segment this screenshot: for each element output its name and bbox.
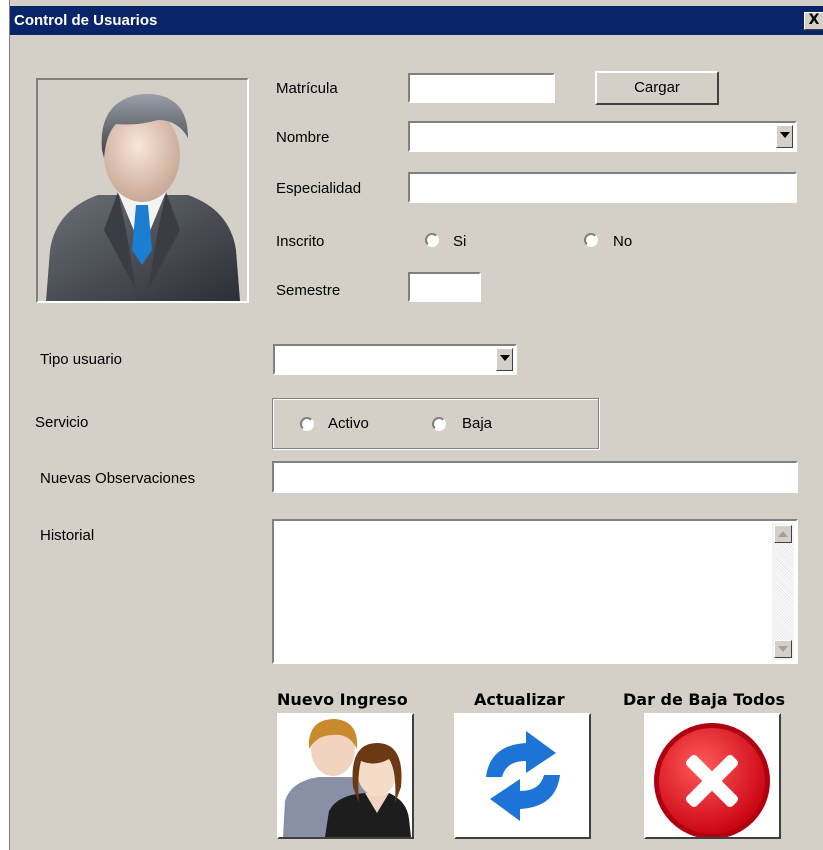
tipo-usuario-combobox[interactable] [273,344,517,375]
close-button[interactable]: X [804,12,823,30]
especialidad-label: Especialidad [276,180,362,197]
title-bar: Control de Usuarios X [10,6,823,35]
nuevo-ingreso-button[interactable] [277,713,414,839]
inscrito-label: Inscrito [276,233,325,250]
inscrito-no-radio[interactable] [584,233,598,247]
servicio-baja-label: Baja [462,415,493,432]
dar-baja-todos-button[interactable] [644,713,781,839]
refresh-icon [486,731,560,821]
observaciones-input[interactable] [272,461,798,493]
semestre-input[interactable] [408,272,481,302]
scroll-up-icon[interactable] [774,525,792,543]
historial-textarea[interactable] [272,519,798,664]
close-icon: X [808,12,820,28]
window-title: Control de Usuarios [14,12,158,29]
cargar-label: Cargar [634,79,680,96]
historial-label: Historial [40,527,95,544]
nombre-combobox[interactable] [408,121,797,152]
users-add-icon [283,719,411,837]
inscrito-si-radio[interactable] [425,233,439,247]
scroll-down-icon[interactable] [774,640,792,658]
especialidad-input[interactable] [408,172,797,203]
cargar-button[interactable]: Cargar [595,71,719,105]
tipo-usuario-label: Tipo usuario [40,351,122,368]
nuevo-ingreso-label: Nuevo Ingreso [277,690,408,709]
chevron-down-icon[interactable] [496,348,513,371]
user-photo [36,78,249,303]
chevron-down-icon[interactable] [776,125,793,148]
servicio-activo-label: Activo [328,415,369,432]
user-avatar-icon [46,93,240,301]
servicio-activo-radio[interactable] [300,417,314,431]
matricula-label: Matrícula [276,80,338,97]
delete-all-icon [654,723,770,837]
servicio-group: Activo Baja [272,398,599,449]
nombre-label: Nombre [276,129,330,146]
control-usuarios-window: Control de Usuarios X Matrícula Cargar N… [9,0,823,850]
actualizar-button[interactable] [454,713,591,839]
dar-baja-todos-label: Dar de Baja Todos [623,690,786,709]
historial-scrollbar[interactable] [772,523,794,660]
servicio-label: Servicio [35,414,89,431]
inscrito-no-label: No [613,233,633,250]
servicio-baja-radio[interactable] [432,417,446,431]
observaciones-label: Nuevas Observaciones [40,470,196,487]
actualizar-label: Actualizar [474,690,565,709]
inscrito-si-label: Si [453,233,467,250]
semestre-label: Semestre [276,282,341,299]
matricula-input[interactable] [408,73,555,103]
